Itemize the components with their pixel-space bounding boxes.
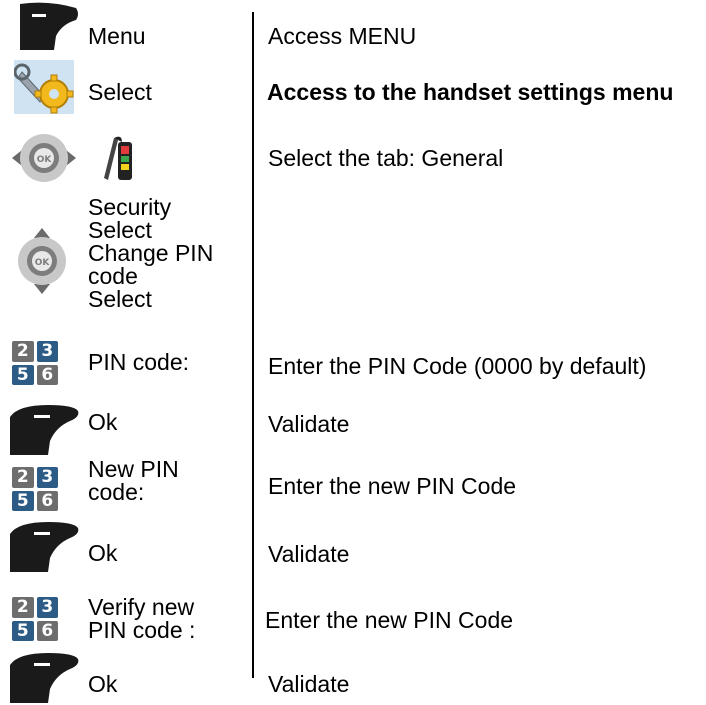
label-line-select-2: Select (88, 286, 152, 312)
key-6: 6 (36, 364, 58, 385)
row-label-ok-1: Ok (88, 409, 118, 435)
key-6: 6 (36, 490, 58, 511)
label-line-code-colon: code: (88, 479, 145, 505)
settings-tools-icon (14, 60, 74, 114)
column-divider (252, 12, 254, 678)
row-desc-settings: Access to the handset settings menu (267, 79, 674, 105)
row-desc-enter-new-pin-1: Enter the new PIN Code (268, 473, 517, 499)
label-line-select: Select (88, 217, 152, 243)
row-desc-enter-pin: Enter the PIN Code (0000 by default) (268, 353, 647, 379)
key-3: 3 (36, 467, 58, 488)
key-5: 5 (12, 364, 34, 385)
row-label-pin-code: PIN code: (88, 349, 189, 375)
key-3: 3 (36, 341, 58, 362)
navigator-up-down-icon: OK (18, 228, 66, 294)
row-label-select: Select (88, 79, 152, 105)
row-desc-menu: Access MENU (268, 23, 417, 49)
label-line-change-pin: Change PIN (88, 240, 214, 266)
key-6: 6 (36, 620, 58, 641)
navigator-left-right-icon: OK (12, 134, 76, 182)
softkey-icon (10, 653, 79, 703)
softkey-icon (10, 405, 79, 455)
key-2: 2 (12, 597, 34, 618)
key-2: 2 (12, 341, 34, 362)
label-line-new-pin: New PIN (88, 456, 179, 482)
row-desc-validate-3: Validate (268, 671, 350, 697)
keypad-icon: 2 3 5 6 (12, 467, 58, 511)
keypad-icon: 2 3 5 6 (12, 341, 58, 385)
key-2: 2 (12, 467, 34, 488)
keypad-icon: 2 3 5 6 (12, 597, 58, 641)
softkey-icon (10, 522, 79, 572)
key-5: 5 (12, 620, 34, 641)
row-label-menu: Menu (88, 23, 146, 49)
row-label-security-path: Security Select Change PIN code Select (88, 196, 248, 311)
row-desc-enter-new-pin-2: Enter the new PIN Code (265, 607, 514, 633)
row-desc-validate-1: Validate (268, 411, 350, 437)
softkey-icon (20, 2, 78, 50)
label-line-pin-code: PIN code : (88, 617, 196, 643)
phone-tools-tab-icon (104, 136, 132, 180)
row-desc-select-tab: Select the tab: General (268, 145, 504, 171)
svg-text:OK: OK (35, 258, 51, 268)
svg-text:OK: OK (37, 155, 53, 165)
row-label-verify-pin: Verify new PIN code : (88, 596, 248, 642)
key-3: 3 (36, 597, 58, 618)
label-line-code: code (88, 263, 138, 289)
key-5: 5 (12, 490, 34, 511)
row-label-ok-3: Ok (88, 671, 118, 697)
row-label-new-pin: New PIN code: (88, 458, 248, 504)
label-line-verify-new: Verify new (88, 594, 195, 620)
row-label-ok-2: Ok (88, 540, 118, 566)
row-desc-validate-2: Validate (268, 541, 350, 567)
label-line-security: Security (88, 194, 172, 220)
